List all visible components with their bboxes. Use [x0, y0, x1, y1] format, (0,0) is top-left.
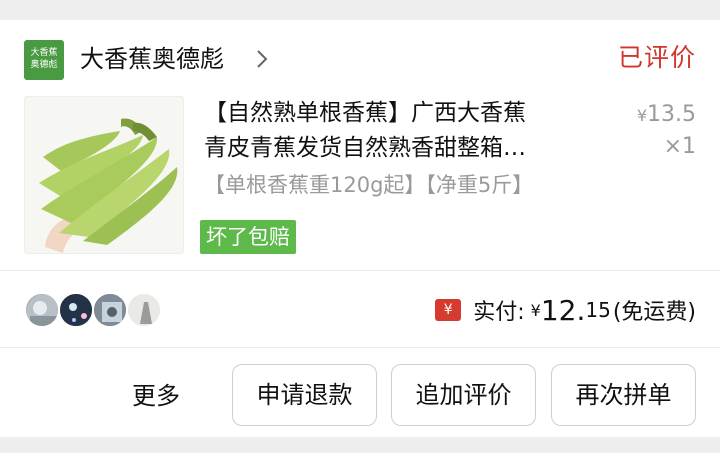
refund-button[interactable]: 申请退款 — [232, 364, 377, 426]
reorder-button[interactable]: 再次拼单 — [551, 364, 696, 426]
yuan-tag-icon: ¥ — [435, 299, 462, 321]
shipping-note: (免运费) — [612, 300, 696, 325]
avatar[interactable] — [58, 292, 94, 328]
price-currency: ¥ — [636, 106, 648, 125]
chevron-right-icon[interactable] — [253, 48, 271, 70]
order-card: 大香蕉 奥德彪 大香蕉奥德彪 已评价 【自然熟单根香蕉】广西大香蕉 青皮青蕉发货… — [0, 20, 720, 437]
payment-summary: ¥ 实付: ¥ 12. 15 (免运费) — [435, 290, 696, 330]
guarantee-badge: 坏了包赔 — [200, 220, 296, 254]
product-title[interactable]: 【自然熟单根香蕉】广西大香蕉 青皮青蕉发货自然熟香甜整箱… — [204, 96, 604, 166]
product-price: ¥13.5 — [637, 98, 696, 133]
product-title-line-2: 青皮青蕉发货自然熟香甜整箱… — [204, 135, 526, 161]
divider-bottom — [0, 347, 720, 348]
store-logo: 大香蕉 奥德彪 — [24, 40, 64, 80]
payment-amount-decimal: 15 — [585, 298, 611, 322]
store-logo-text-bottom: 奥德彪 — [30, 60, 58, 70]
more-button[interactable]: 更多 — [132, 378, 180, 414]
payment-currency: ¥ — [530, 300, 541, 320]
avatar[interactable] — [126, 292, 162, 328]
order-status: 已评价 — [617, 43, 696, 72]
avatar[interactable] — [24, 292, 60, 328]
add-review-button[interactable]: 追加评价 — [391, 364, 536, 426]
price-value: 13.5 — [647, 102, 696, 127]
store-name[interactable]: 大香蕉奥德彪 — [80, 42, 224, 76]
product-title-line-1: 【自然熟单根香蕉】广西大香蕉 — [204, 100, 526, 126]
divider-top — [0, 270, 720, 271]
store-logo-text-top: 大香蕉 — [30, 48, 58, 58]
product-quantity: ×1 — [663, 134, 696, 159]
product-spec: 【单根香蕉重120g起】【净重5斤】 — [204, 173, 534, 197]
avatar[interactable] — [92, 292, 128, 328]
product-image[interactable] — [24, 96, 184, 254]
payment-label: 实付: — [473, 300, 525, 325]
payment-amount-integer: 12. — [540, 293, 586, 327]
store-header[interactable]: 大香蕉 奥德彪 大香蕉奥德彪 已评价 — [0, 20, 720, 96]
